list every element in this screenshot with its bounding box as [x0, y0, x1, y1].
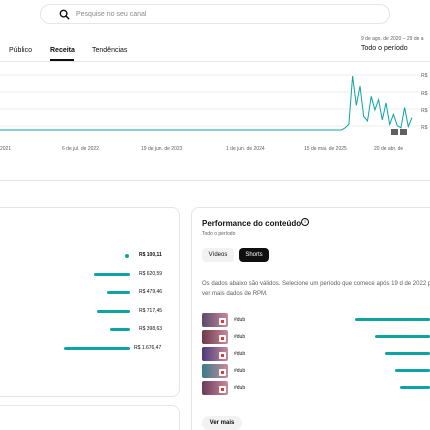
video-title[interactable]: #dub	[234, 351, 245, 357]
revenue-chart	[0, 74, 420, 135]
video-thumbnail[interactable]	[202, 313, 228, 327]
chart-control-right[interactable]	[400, 129, 407, 135]
revenue-bar	[97, 309, 130, 313]
revenue-value: R$ 100,11	[139, 252, 162, 258]
revenue-sources-card	[0, 207, 180, 397]
tab-tendencias[interactable]: Tendências	[92, 47, 127, 54]
search-bar[interactable]: Pesquise no seu canal	[40, 4, 390, 24]
x-tick-label: 20 de abr. de	[374, 146, 404, 152]
card-title: Performance do conteúdo	[202, 219, 302, 228]
video-title[interactable]: #dub	[234, 317, 245, 323]
rpm-message: Os dados abaixo são válidos. Selecione u…	[202, 281, 430, 297]
video-thumbnail[interactable]	[202, 364, 228, 378]
y-tick-label: R$	[421, 125, 428, 131]
x-tick-label: 6 de jul. de 2022	[62, 146, 99, 152]
tab-receita[interactable]: Receita	[50, 47, 75, 54]
revenue-value: R$ 1.676,47	[134, 344, 162, 351]
y-tick-label: R$	[421, 73, 428, 79]
revenue-value: R$ 620,59	[139, 270, 163, 277]
tabs-divider	[0, 61, 430, 62]
video-thumbnail[interactable]	[202, 330, 228, 344]
x-tick-label: 2021	[0, 146, 12, 152]
performance-bar	[400, 386, 430, 389]
chart-control-left[interactable]	[391, 129, 398, 135]
shorts-icon	[219, 335, 226, 342]
revenue-value: R$ 479,46	[139, 289, 163, 295]
y-tick-label: R$	[421, 91, 428, 97]
video-thumbnail[interactable]	[202, 381, 228, 395]
revenue-value: R$ 398,63	[139, 326, 163, 332]
date-range-label[interactable]: Todo o período	[361, 45, 408, 52]
video-thumbnail[interactable]	[202, 347, 228, 361]
info-icon[interactable]: i	[301, 218, 309, 226]
revenue-bar	[64, 346, 130, 350]
revenue-bar	[107, 291, 130, 294]
revenue-value: R$ 717,45	[139, 307, 163, 314]
date-range-dates[interactable]: 9 de ago. de 2020 – 29 de a	[361, 36, 424, 42]
revenue-bar	[94, 272, 130, 276]
card-subtitle: Todo o período	[202, 231, 236, 237]
video-title[interactable]: #dub	[234, 385, 245, 391]
video-title[interactable]: #dub	[234, 334, 245, 340]
performance-bar	[395, 369, 430, 372]
performance-bar	[375, 335, 430, 338]
x-tick-label: 19 de jun. de 2023	[141, 146, 183, 152]
chip-shorts[interactable]: Shorts	[239, 248, 269, 262]
performance-bar	[355, 318, 430, 321]
y-tick-label: R$	[421, 108, 428, 114]
chip-videos[interactable]: Vídeos	[202, 248, 234, 262]
revenue-dot	[125, 254, 129, 258]
revenue-bar	[110, 328, 130, 331]
search-icon	[59, 9, 70, 20]
shorts-icon	[219, 352, 226, 359]
see-more-button[interactable]: Ver mais	[202, 416, 242, 430]
secondary-card	[0, 405, 180, 430]
shorts-icon	[219, 386, 226, 393]
tab-publico[interactable]: Público	[9, 47, 32, 54]
x-tick-label: 1 de jun. de 2024	[226, 146, 265, 152]
chart-divider	[0, 180, 430, 181]
x-tick-label: 15 de mai. de 2025	[304, 146, 347, 152]
performance-bar	[385, 352, 430, 355]
video-title[interactable]: #dub	[234, 368, 245, 374]
shorts-icon	[219, 318, 226, 325]
shorts-icon	[219, 369, 226, 376]
search-input[interactable]: Pesquise no seu canal	[76, 11, 146, 18]
chart-series-line	[0, 75, 413, 131]
